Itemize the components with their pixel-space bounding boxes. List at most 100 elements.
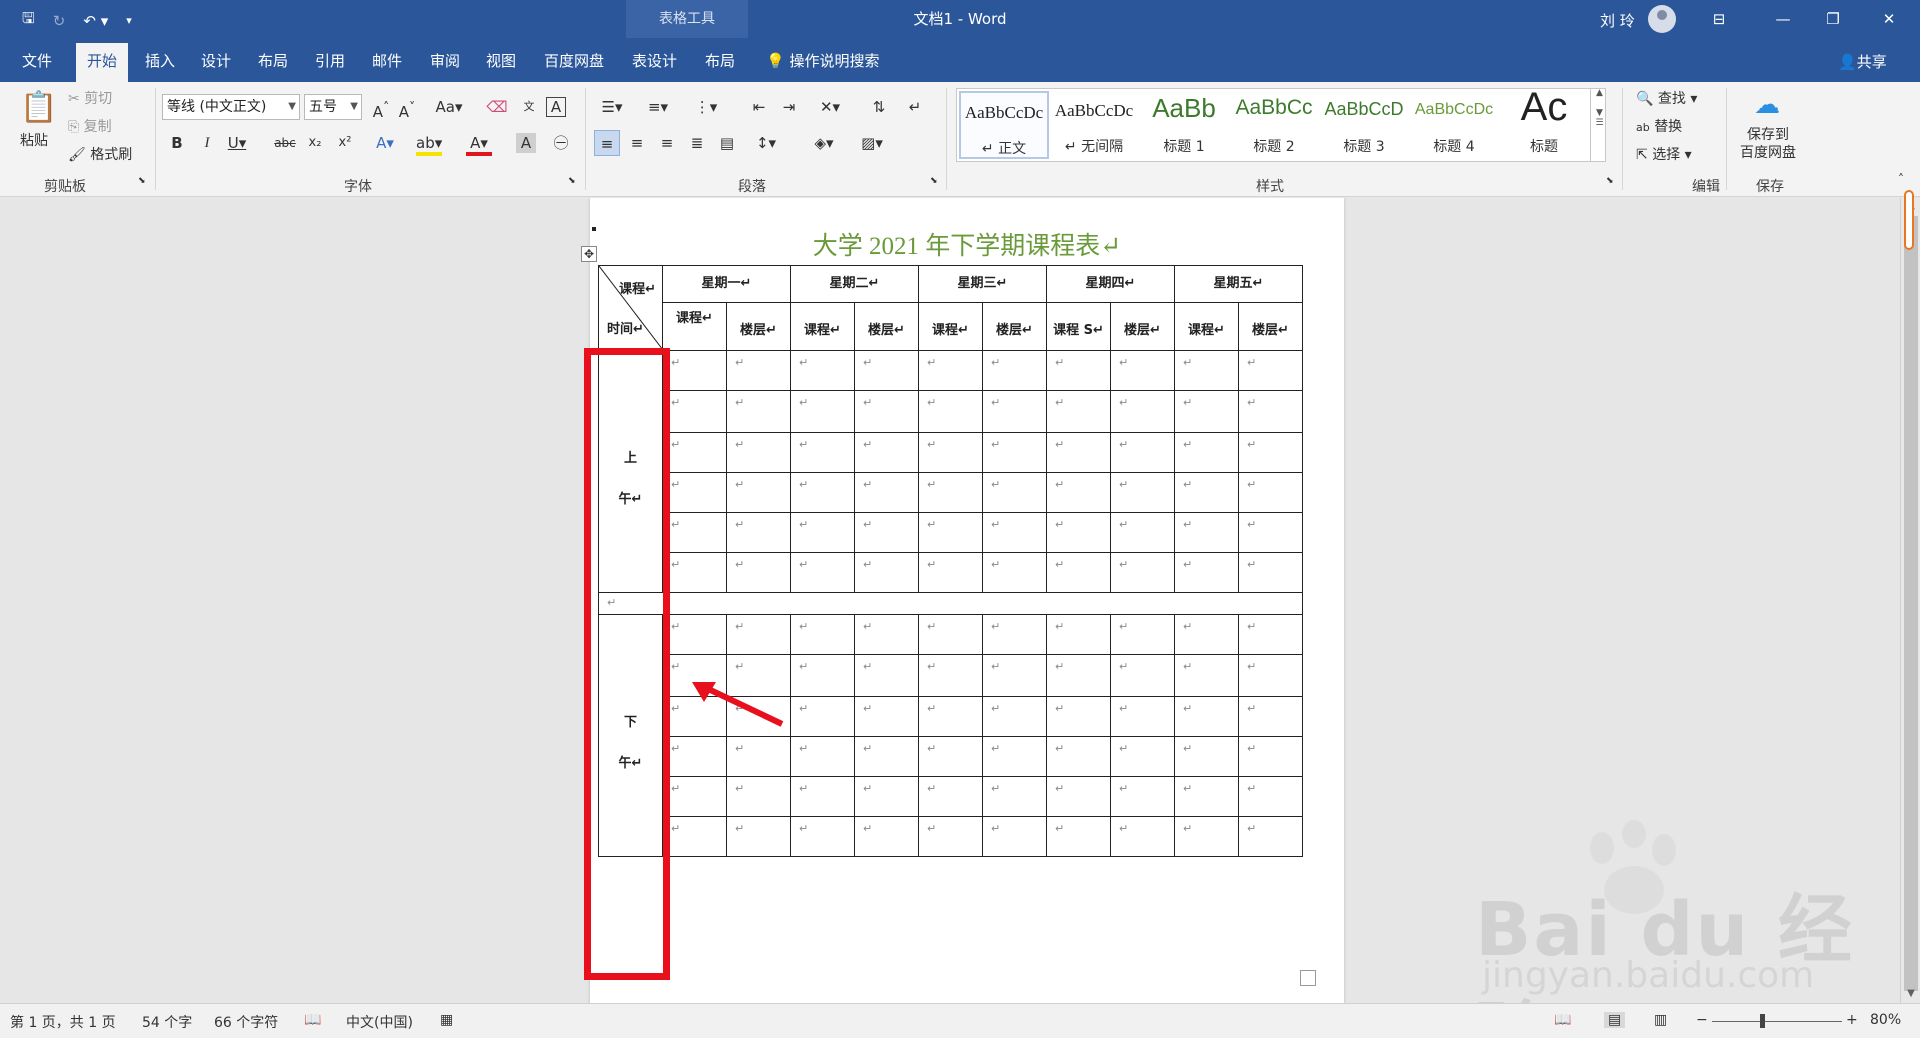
table-cell[interactable]: ↵ xyxy=(1174,472,1239,513)
table-cell[interactable]: ↵ xyxy=(726,432,791,473)
table-cell[interactable]: ↵ xyxy=(1174,816,1239,857)
table-cell[interactable]: ↵ xyxy=(790,654,855,697)
table-cell[interactable]: ↵ xyxy=(1110,816,1175,857)
language-indicator[interactable]: 中文(中国) xyxy=(346,1012,413,1032)
increase-indent-icon[interactable]: ⇥ xyxy=(776,94,802,120)
table-cell[interactable]: ↵ xyxy=(662,552,727,593)
table-cell[interactable]: ↵ xyxy=(1110,390,1175,433)
table-cell[interactable]: ↵ xyxy=(982,614,1047,655)
vertical-scrollbar[interactable]: ▲ ▼ xyxy=(1900,198,1920,1003)
table-cell[interactable]: ↵ xyxy=(790,552,855,593)
table-cell[interactable]: ↵ xyxy=(918,816,983,857)
table-cell[interactable]: ↵ xyxy=(982,736,1047,777)
tab-design[interactable]: 设计 xyxy=(201,50,231,71)
table-cell[interactable]: ↵ xyxy=(854,552,919,593)
collapse-ribbon-icon[interactable]: ˄ xyxy=(1898,172,1904,186)
save-icon[interactable]: 🖫 xyxy=(22,8,35,33)
table-cell[interactable]: ↵ xyxy=(982,696,1047,737)
table-cell[interactable]: ↵ xyxy=(790,776,855,817)
table-cell[interactable]: ↵ xyxy=(918,696,983,737)
subheader-course[interactable]: 课程↵ xyxy=(790,302,855,351)
underline-icon[interactable]: U▾ xyxy=(224,130,250,156)
avatar[interactable] xyxy=(1648,5,1676,33)
minimize-icon[interactable]: — xyxy=(1760,0,1806,38)
tab-baidu-netdisk[interactable]: 百度网盘 xyxy=(544,50,604,71)
table-cell[interactable]: ↵ xyxy=(1174,552,1239,593)
tab-layout[interactable]: 布局 xyxy=(258,50,288,71)
paste-icon[interactable]: 📋 xyxy=(20,90,57,125)
table-cell[interactable]: ↵ xyxy=(854,654,919,697)
table-cell[interactable]: ↵ xyxy=(982,512,1047,553)
table-cell[interactable]: ↵ xyxy=(1046,350,1111,391)
tab-home[interactable]: 开始 xyxy=(76,43,129,85)
table-cell[interactable]: ↵ xyxy=(790,390,855,433)
table-cell[interactable]: ↵ xyxy=(662,512,727,553)
table-cell[interactable]: ↵ xyxy=(726,472,791,513)
replace-button[interactable]: ab 替换 xyxy=(1636,116,1682,136)
zoom-in-icon[interactable]: + xyxy=(1846,1012,1858,1028)
table-cell[interactable]: ↵ xyxy=(854,512,919,553)
copy-button[interactable]: ⎘ 复制 xyxy=(68,116,112,136)
tab-insert[interactable]: 插入 xyxy=(145,50,175,71)
table-cell[interactable]: ↵ xyxy=(1174,696,1239,737)
table-cell[interactable]: ↵ xyxy=(790,736,855,777)
find-button[interactable]: 🔍 查找 ▾ xyxy=(1636,88,1697,108)
user-name[interactable]: 刘 玲 xyxy=(1600,10,1635,31)
shrink-font-icon[interactable]: A˅ xyxy=(394,94,420,121)
table-cell[interactable]: ↵ xyxy=(1110,776,1175,817)
table-cell[interactable]: ↵ xyxy=(1046,614,1111,655)
spacer-cell[interactable]: ↵ xyxy=(598,592,1303,615)
table-cell[interactable]: ↵ xyxy=(982,816,1047,857)
table-cell[interactable]: ↵ xyxy=(790,816,855,857)
table-cell[interactable]: ↵ xyxy=(854,432,919,473)
table-cell[interactable]: ↵ xyxy=(1174,432,1239,473)
table-cell[interactable]: ↵ xyxy=(726,552,791,593)
paste-button[interactable]: 粘贴 xyxy=(20,130,48,150)
tab-table-layout[interactable]: 布局 xyxy=(705,50,735,71)
day-header-friday[interactable]: 星期五↵ xyxy=(1174,265,1303,303)
table-cell[interactable]: ↵ xyxy=(1046,736,1111,777)
subheader-floor[interactable]: 楼层↵ xyxy=(854,302,919,351)
table-cell[interactable]: ↵ xyxy=(662,816,727,857)
table-cell[interactable]: ↵ xyxy=(1046,776,1111,817)
table-cell[interactable]: ↵ xyxy=(918,512,983,553)
table-cell[interactable]: ↵ xyxy=(726,776,791,817)
table-cell[interactable]: ↵ xyxy=(1238,816,1303,857)
subscript-icon[interactable]: x₂ xyxy=(302,130,328,156)
table-cell[interactable]: ↵ xyxy=(982,552,1047,593)
table-cell[interactable]: ↵ xyxy=(1174,512,1239,553)
word-count[interactable]: 54 个字 xyxy=(142,1012,192,1032)
read-mode-icon[interactable]: 📖 xyxy=(1554,1012,1571,1028)
distributed-icon[interactable]: ▤ xyxy=(714,130,740,156)
save-to-netdisk-button[interactable]: 保存到 百度网盘 xyxy=(1740,126,1796,162)
style-heading-2[interactable]: AaBbCc 标题 2 xyxy=(1229,91,1319,159)
table-cell[interactable]: ↵ xyxy=(662,614,727,655)
table-cell[interactable]: ↵ xyxy=(1046,654,1111,697)
chinese-layout-icon[interactable]: ✕▾ xyxy=(814,94,846,120)
table-cell[interactable]: ↵ xyxy=(1238,776,1303,817)
table-cell[interactable]: ↵ xyxy=(1238,654,1303,697)
table-cell[interactable]: ↵ xyxy=(982,350,1047,391)
table-cell[interactable]: ↵ xyxy=(1110,654,1175,697)
style-heading-3[interactable]: AaBbCcD 标题 3 xyxy=(1319,91,1409,159)
multilevel-list-icon[interactable]: ⋮▾ xyxy=(690,94,722,120)
table-cell[interactable]: ↵ xyxy=(854,776,919,817)
zoom-slider-thumb[interactable] xyxy=(1760,1014,1765,1028)
align-left-icon[interactable]: ≡ xyxy=(594,130,620,156)
table-cell[interactable]: ↵ xyxy=(1174,350,1239,391)
tell-me-search[interactable]: 💡 操作说明搜索 xyxy=(766,50,879,71)
table-cell[interactable]: ↵ xyxy=(918,552,983,593)
day-header-thursday[interactable]: 星期四↵ xyxy=(1046,265,1175,303)
tab-mailings[interactable]: 邮件 xyxy=(372,50,402,71)
table-cell[interactable]: ↵ xyxy=(918,614,983,655)
cut-button[interactable]: ✂ 剪切 xyxy=(68,88,112,108)
enclose-characters-icon[interactable]: ㊀ xyxy=(548,130,574,156)
print-layout-icon[interactable]: ▤ xyxy=(1604,1012,1626,1028)
table-cell[interactable]: ↵ xyxy=(662,776,727,817)
phonetic-guide-icon[interactable]: 文 xyxy=(516,94,542,120)
table-cell[interactable]: ↵ xyxy=(662,350,727,391)
web-layout-icon[interactable]: ▥ xyxy=(1654,1012,1667,1028)
scroll-down-icon[interactable]: ▼ xyxy=(1901,988,1920,999)
highlight-color-icon[interactable]: ab▾ xyxy=(416,130,442,156)
style-heading-4[interactable]: AaBbCcDc 标题 4 xyxy=(1409,91,1499,159)
